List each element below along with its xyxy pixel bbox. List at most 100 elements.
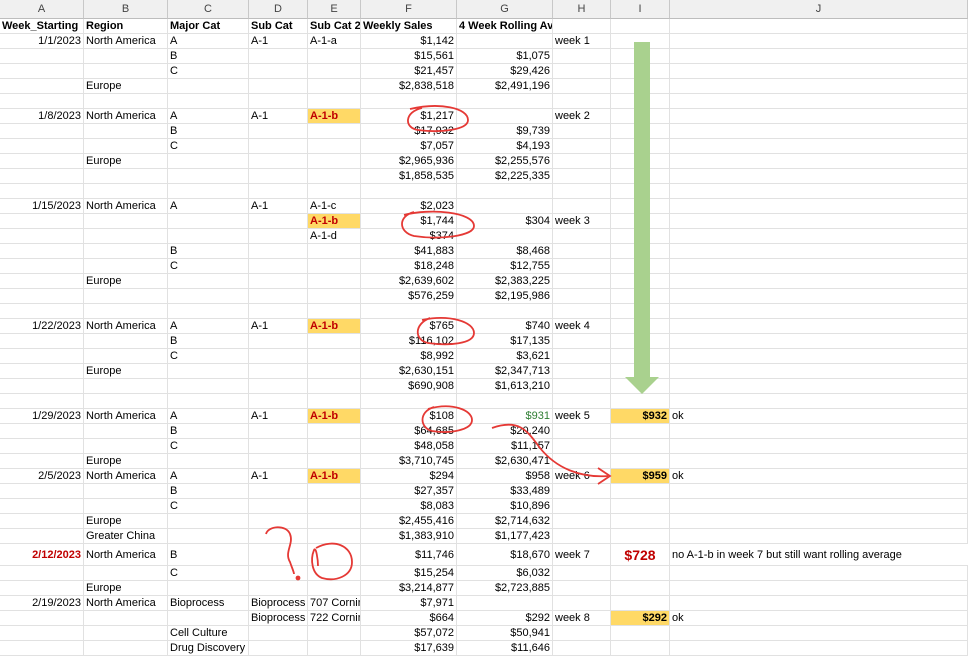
- cell-d-row-8[interactable]: [249, 124, 308, 139]
- cell-d-row-1[interactable]: Sub Cat: [249, 19, 308, 34]
- cell-h-row-27[interactable]: week 5: [553, 409, 611, 424]
- cell-f-row-5[interactable]: $2,838,518: [361, 79, 457, 94]
- cell-b-row-40[interactable]: [84, 611, 168, 626]
- cell-d-row-10[interactable]: [249, 154, 308, 169]
- cell-h-row-28[interactable]: [553, 424, 611, 439]
- cell-j-row-11[interactable]: [670, 169, 968, 184]
- cell-c-row-22[interactable]: B: [168, 334, 249, 349]
- column-header-e[interactable]: E: [308, 0, 361, 19]
- cell-a-row-25[interactable]: [0, 379, 84, 394]
- cell-a-row-32[interactable]: [0, 484, 84, 499]
- cell-b-row-13[interactable]: North America: [84, 199, 168, 214]
- cell-g-row-20[interactable]: [457, 304, 553, 319]
- cell-g-row-7[interactable]: [457, 109, 553, 124]
- cell-f-row-27[interactable]: $108: [361, 409, 457, 424]
- cell-f-row-37[interactable]: $15,254: [361, 566, 457, 581]
- cell-c-row-3[interactable]: B: [168, 49, 249, 64]
- cell-b-row-5[interactable]: Europe: [84, 79, 168, 94]
- cell-a-row-11[interactable]: [0, 169, 84, 184]
- cell-c-row-31[interactable]: A: [168, 469, 249, 484]
- column-header-d[interactable]: D: [249, 0, 308, 19]
- cell-i-row-9[interactable]: [611, 139, 670, 154]
- cell-e-row-25[interactable]: [308, 379, 361, 394]
- cell-h-row-42[interactable]: [553, 641, 611, 656]
- cell-i-row-10[interactable]: [611, 154, 670, 169]
- cell-d-row-14[interactable]: [249, 214, 308, 229]
- cell-c-row-10[interactable]: [168, 154, 249, 169]
- cell-h-row-6[interactable]: [553, 94, 611, 109]
- cell-c-row-32[interactable]: B: [168, 484, 249, 499]
- cell-c-row-15[interactable]: [168, 229, 249, 244]
- cell-a-row-39[interactable]: 2/19/2023: [0, 596, 84, 611]
- cell-a-row-31[interactable]: 2/5/2023: [0, 469, 84, 484]
- cell-h-row-17[interactable]: [553, 259, 611, 274]
- cell-c-row-24[interactable]: [168, 364, 249, 379]
- cell-h-row-40[interactable]: week 8: [553, 611, 611, 626]
- cell-a-row-41[interactable]: [0, 626, 84, 641]
- cell-e-row-17[interactable]: [308, 259, 361, 274]
- cell-e-row-21[interactable]: A-1-b: [308, 319, 361, 334]
- cell-e-row-23[interactable]: [308, 349, 361, 364]
- cell-i-row-20[interactable]: [611, 304, 670, 319]
- cell-b-row-18[interactable]: Europe: [84, 274, 168, 289]
- cell-g-row-31[interactable]: $958: [457, 469, 553, 484]
- cell-g-row-36[interactable]: $18,670: [457, 544, 553, 566]
- cell-j-row-13[interactable]: [670, 199, 968, 214]
- cell-a-row-33[interactable]: [0, 499, 84, 514]
- cell-e-row-22[interactable]: [308, 334, 361, 349]
- cell-g-row-40[interactable]: $292: [457, 611, 553, 626]
- cell-a-row-27[interactable]: 1/29/2023: [0, 409, 84, 424]
- cell-g-row-16[interactable]: $8,468: [457, 244, 553, 259]
- cell-g-row-25[interactable]: $1,613,210: [457, 379, 553, 394]
- cell-d-row-41[interactable]: [249, 626, 308, 641]
- cell-h-row-41[interactable]: [553, 626, 611, 641]
- cell-g-row-28[interactable]: $20,240: [457, 424, 553, 439]
- cell-i-row-2[interactable]: [611, 34, 670, 49]
- cell-e-row-11[interactable]: [308, 169, 361, 184]
- cell-a-row-8[interactable]: [0, 124, 84, 139]
- cell-e-row-19[interactable]: [308, 289, 361, 304]
- cell-f-row-10[interactable]: $2,965,936: [361, 154, 457, 169]
- cell-c-row-42[interactable]: Drug Discovery: [168, 641, 249, 656]
- cell-d-row-2[interactable]: A-1: [249, 34, 308, 49]
- cell-j-row-26[interactable]: [670, 394, 968, 409]
- cell-b-row-33[interactable]: [84, 499, 168, 514]
- cell-b-row-34[interactable]: Europe: [84, 514, 168, 529]
- cell-a-row-7[interactable]: 1/8/2023: [0, 109, 84, 124]
- cell-j-row-5[interactable]: [670, 79, 968, 94]
- cell-h-row-11[interactable]: [553, 169, 611, 184]
- cell-a-row-29[interactable]: [0, 439, 84, 454]
- cell-a-row-3[interactable]: [0, 49, 84, 64]
- cell-b-row-21[interactable]: North America: [84, 319, 168, 334]
- cell-g-row-29[interactable]: $11,157: [457, 439, 553, 454]
- cell-f-row-28[interactable]: $64,685: [361, 424, 457, 439]
- column-header-i[interactable]: I: [611, 0, 670, 19]
- cell-a-row-4[interactable]: [0, 64, 84, 79]
- cell-d-row-27[interactable]: A-1: [249, 409, 308, 424]
- cell-f-row-33[interactable]: $8,083: [361, 499, 457, 514]
- cell-h-row-37[interactable]: [553, 566, 611, 581]
- cell-a-row-1[interactable]: Week_Starting: [0, 19, 84, 34]
- cell-h-row-13[interactable]: [553, 199, 611, 214]
- cell-e-row-7[interactable]: A-1-b: [308, 109, 361, 124]
- cell-e-row-4[interactable]: [308, 64, 361, 79]
- cell-i-row-21[interactable]: [611, 319, 670, 334]
- cell-h-row-8[interactable]: [553, 124, 611, 139]
- cell-j-row-9[interactable]: [670, 139, 968, 154]
- cell-f-row-6[interactable]: [361, 94, 457, 109]
- cell-e-row-9[interactable]: [308, 139, 361, 154]
- cell-a-row-40[interactable]: [0, 611, 84, 626]
- cell-j-row-24[interactable]: [670, 364, 968, 379]
- cell-c-row-30[interactable]: [168, 454, 249, 469]
- cell-b-row-19[interactable]: [84, 289, 168, 304]
- cell-d-row-39[interactable]: Bioprocess: [249, 596, 308, 611]
- cell-d-row-28[interactable]: [249, 424, 308, 439]
- cell-e-row-33[interactable]: [308, 499, 361, 514]
- cell-f-row-20[interactable]: [361, 304, 457, 319]
- cell-g-row-41[interactable]: $50,941: [457, 626, 553, 641]
- cell-e-row-24[interactable]: [308, 364, 361, 379]
- cell-c-row-18[interactable]: [168, 274, 249, 289]
- cell-j-row-37[interactable]: [670, 566, 968, 581]
- cell-d-row-31[interactable]: A-1: [249, 469, 308, 484]
- cell-c-row-39[interactable]: Bioprocess: [168, 596, 249, 611]
